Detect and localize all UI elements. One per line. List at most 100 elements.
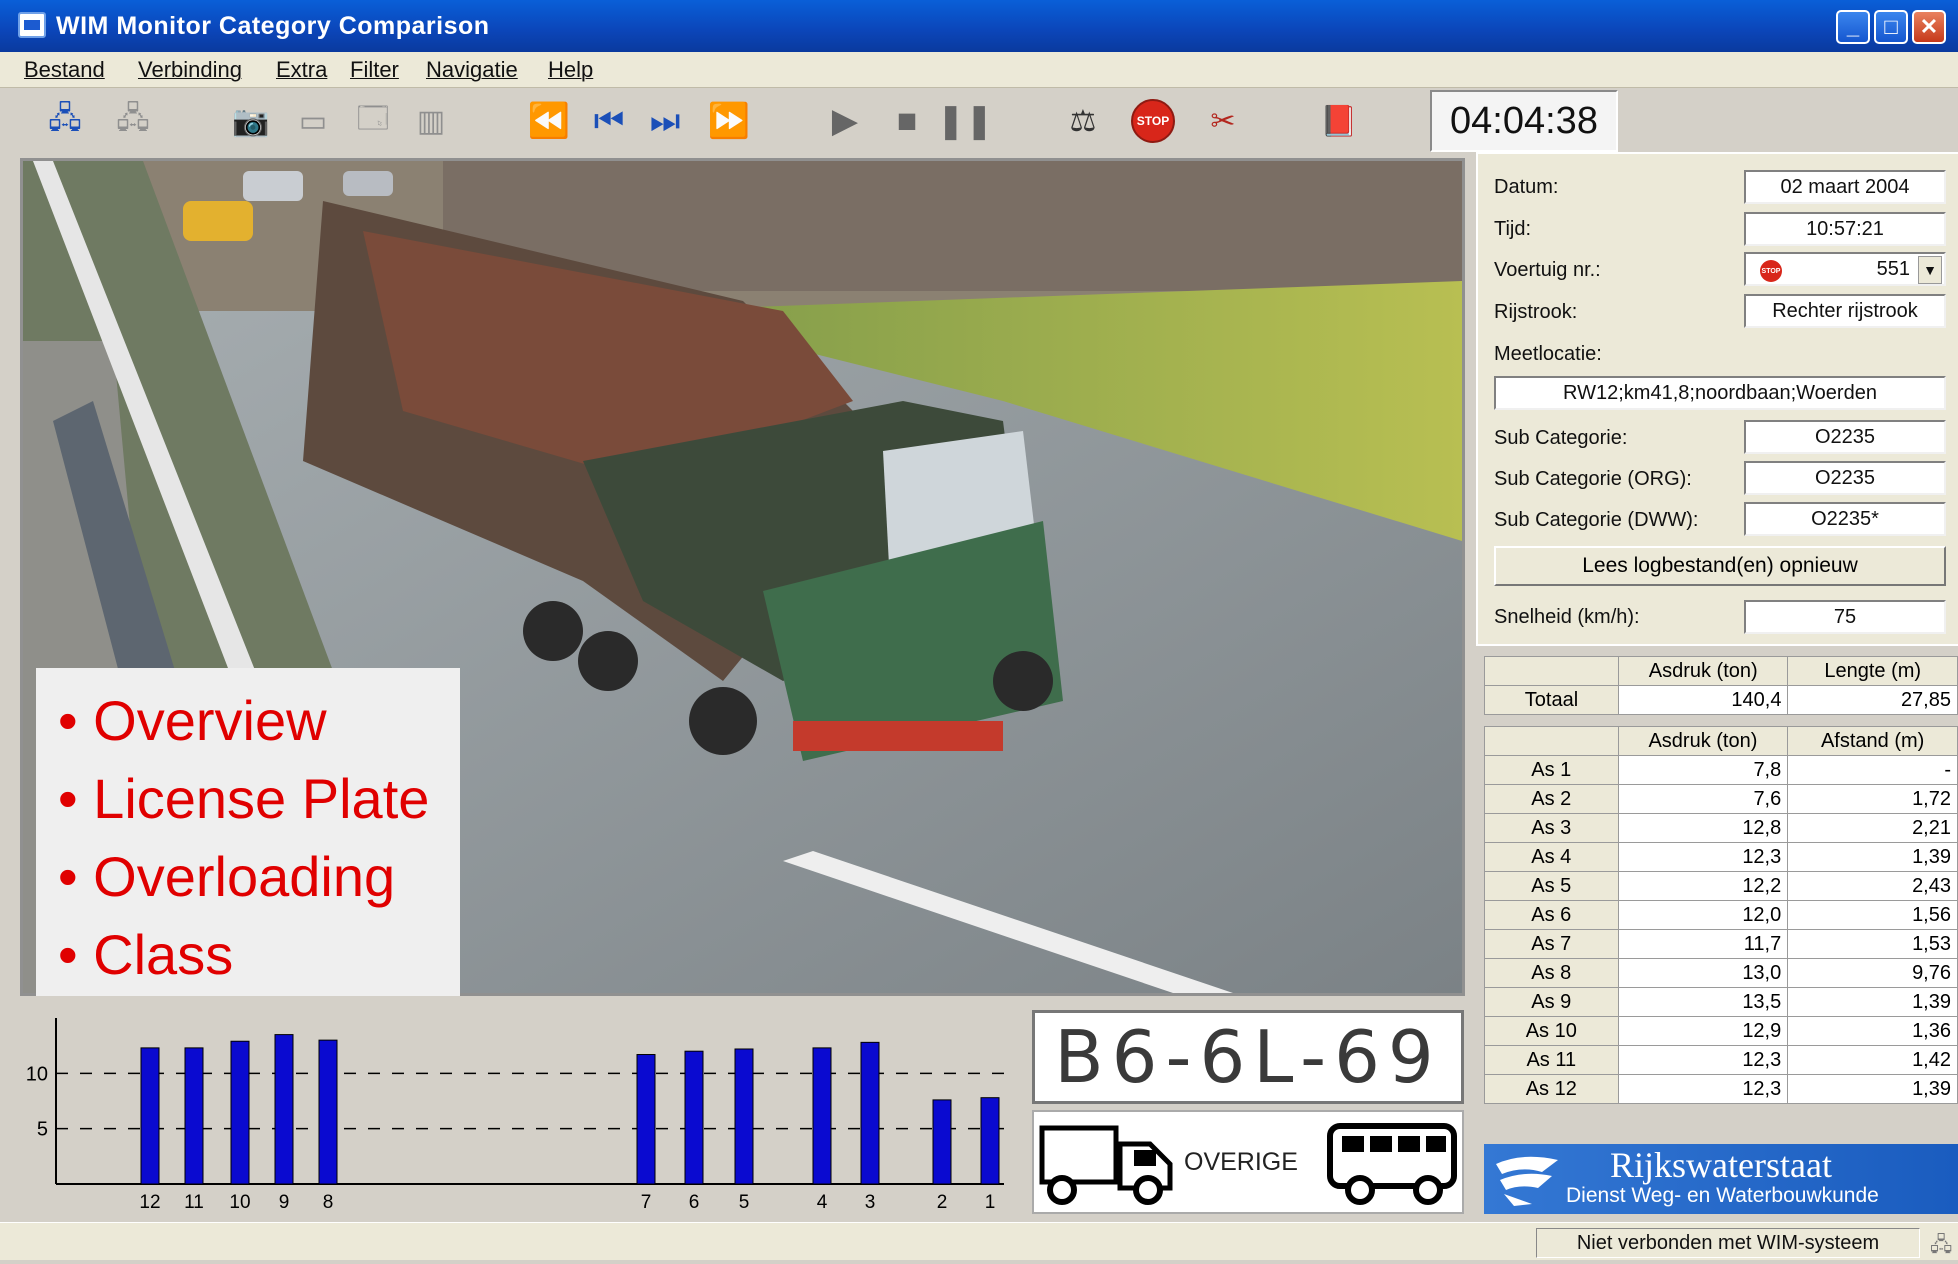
sub-categorie-dww-field[interactable]: O2235* <box>1744 502 1946 536</box>
axle-label: As 6 <box>1484 900 1619 930</box>
connect-icon[interactable]: 🖧 <box>42 98 88 144</box>
totals-header-lengte: Lengte (m) <box>1787 656 1958 686</box>
axle-label: As 3 <box>1484 813 1619 843</box>
axle-afstand: 2,43 <box>1787 871 1958 901</box>
axle-afstand: 1,56 <box>1787 900 1958 930</box>
rijstrook-label: Rijstrook: <box>1494 301 1578 323</box>
axles-header-afstand: Afstand (m) <box>1787 726 1958 756</box>
axle-row: As 2 7,6 1,72 <box>1484 784 1958 814</box>
fast-forward-icon[interactable]: ⏩ <box>706 98 752 144</box>
chart-x-tick-label: 8 <box>323 1192 334 1213</box>
menu-verbinding[interactable]: Verbinding <box>138 57 242 83</box>
chart-x-tick-label: 4 <box>817 1192 828 1213</box>
chart-x-tick-label: 3 <box>865 1192 876 1213</box>
network-icon: 🖧 <box>1930 1234 1953 1256</box>
chart-y-tick-label: 10 <box>26 1063 48 1085</box>
voertuig-value: 551 <box>1876 257 1910 280</box>
axle-row: As 9 13,5 1,39 <box>1484 987 1958 1017</box>
axle-afstand: 1,39 <box>1787 987 1958 1017</box>
axle-asdruk: 12,3 <box>1617 1045 1789 1075</box>
axle-row: As 11 12,3 1,42 <box>1484 1045 1958 1075</box>
stop-icon[interactable]: ■ <box>884 98 930 144</box>
vehicle-class-label: OVERIGE <box>1184 1148 1298 1176</box>
feature-list: Overview License Plate Overloading Class <box>36 668 460 996</box>
maximize-button[interactable]: □ <box>1874 10 1908 44</box>
chart-x-tick-label: 1 <box>985 1192 996 1213</box>
chart-bar <box>184 1047 204 1185</box>
minimize-button[interactable]: _ <box>1836 10 1870 44</box>
axle-row: As 8 13,0 9,76 <box>1484 958 1958 988</box>
tijd-field[interactable]: 10:57:21 <box>1744 212 1946 246</box>
close-button[interactable]: ✕ <box>1912 10 1946 44</box>
menu-bestand[interactable]: Bestand <box>24 57 105 83</box>
sub-categorie-dww-label: Sub Categorie (DWW): <box>1494 509 1699 531</box>
axle-asdruk: 11,7 <box>1617 929 1789 959</box>
axle-label: As 5 <box>1484 871 1619 901</box>
meetlocatie-label: Meetlocatie: <box>1494 343 1602 365</box>
step-back-icon[interactable]: ⏮ <box>586 98 632 144</box>
connection-status: Niet verbonden met WIM-systeem <box>1536 1228 1920 1258</box>
datum-field[interactable]: 02 maart 2004 <box>1744 170 1946 204</box>
bus-icon <box>1327 1123 1457 1205</box>
menu-navigatie[interactable]: Navigatie <box>426 57 518 83</box>
axle-row: As 10 12,9 1,36 <box>1484 1016 1958 1046</box>
license-plate-box: B6-6L-69 <box>1032 1010 1464 1104</box>
clock-display: 04:04:38 <box>1430 90 1618 152</box>
axles-header-asdruk: Asdruk (ton) <box>1617 726 1789 756</box>
chart-bar <box>274 1034 294 1185</box>
pause-icon[interactable]: ❚❚ <box>937 98 994 144</box>
chart-x-tick-label: 9 <box>279 1192 290 1213</box>
window-title: WIM Monitor Category Comparison <box>56 12 490 40</box>
axle-label: As 12 <box>1484 1074 1619 1104</box>
axle-afstand: 1,39 <box>1787 842 1958 872</box>
step-forward-icon[interactable]: ⏭ <box>642 98 688 144</box>
totals-row: Totaal 140,4 27,85 <box>1484 685 1958 715</box>
bullet-overloading: Overloading <box>36 838 460 916</box>
menu-help[interactable]: Help <box>548 57 593 83</box>
axle-load-chart: 5 10 12 11 10 9 8 7 6 5 4 3 2 1 <box>26 1018 1004 1213</box>
voertuig-select[interactable]: STOP 551 ▼ <box>1744 252 1946 286</box>
meetlocatie-field[interactable]: RW12;km41,8;noordbaan;Woerden <box>1494 376 1946 410</box>
axle-asdruk: 12,8 <box>1617 813 1789 843</box>
play-icon[interactable]: ▶ <box>822 98 868 144</box>
totals-header-row: Asdruk (ton) Lengte (m) <box>1484 656 1958 686</box>
chart-bar <box>636 1054 656 1185</box>
rewind-icon[interactable]: ⏪ <box>526 98 572 144</box>
snelheid-field[interactable]: 75 <box>1744 600 1946 634</box>
vehicle-class-box: OVERIGE <box>1032 1110 1464 1214</box>
chart-x-tick-label: 6 <box>689 1192 700 1213</box>
sub-categorie-org-label: Sub Categorie (ORG): <box>1494 468 1692 490</box>
logo-sub-text: Dienst Weg- en Waterbouwkunde <box>1566 1184 1879 1207</box>
axle-label: As 10 <box>1484 1016 1619 1046</box>
scale-icon[interactable]: ⚖ <box>1060 98 1106 144</box>
chart-y-tick-label: 5 <box>37 1119 48 1141</box>
filter-icon[interactable]: ✂ <box>1200 98 1246 144</box>
axle-row: As 12 12,3 1,39 <box>1484 1074 1958 1104</box>
book-icon[interactable]: 📕 <box>1316 98 1362 144</box>
save-icon[interactable]: ▭ <box>290 98 336 144</box>
chart-x-tick-label: 10 <box>229 1192 250 1213</box>
datum-label: Datum: <box>1494 176 1559 198</box>
axle-afstand: 1,53 <box>1787 929 1958 959</box>
disconnect-icon[interactable]: 🖧 <box>110 98 156 144</box>
rijstrook-field[interactable]: Rechter rijstrook <box>1744 294 1946 328</box>
axle-label: As 8 <box>1484 958 1619 988</box>
sub-categorie-field[interactable]: O2235 <box>1744 420 1946 454</box>
axle-asdruk: 12,3 <box>1617 1074 1789 1104</box>
window-icon[interactable]: 🗔 <box>350 98 396 144</box>
reload-logfiles-button[interactable]: Lees logbestand(en) opnieuw <box>1494 546 1946 586</box>
chart-bar <box>812 1047 832 1185</box>
axles-corner-cell <box>1484 726 1619 756</box>
chart-icon[interactable]: ▥ <box>408 98 454 144</box>
camera-icon[interactable]: 📷 <box>228 98 274 144</box>
license-plate-text: B6-6L-69 <box>1054 1015 1442 1099</box>
truck-icon <box>1039 1125 1173 1205</box>
chart-x-tick-label: 5 <box>739 1192 750 1213</box>
menu-filter[interactable]: Filter <box>350 57 399 83</box>
menu-extra[interactable]: Extra <box>276 57 327 83</box>
sub-categorie-org-field[interactable]: O2235 <box>1744 461 1946 495</box>
axle-row: As 3 12,8 2,21 <box>1484 813 1958 843</box>
chevron-down-icon[interactable]: ▼ <box>1918 256 1942 284</box>
axle-asdruk: 7,8 <box>1617 755 1789 785</box>
stop-sign-icon[interactable]: STOP <box>1130 98 1176 144</box>
